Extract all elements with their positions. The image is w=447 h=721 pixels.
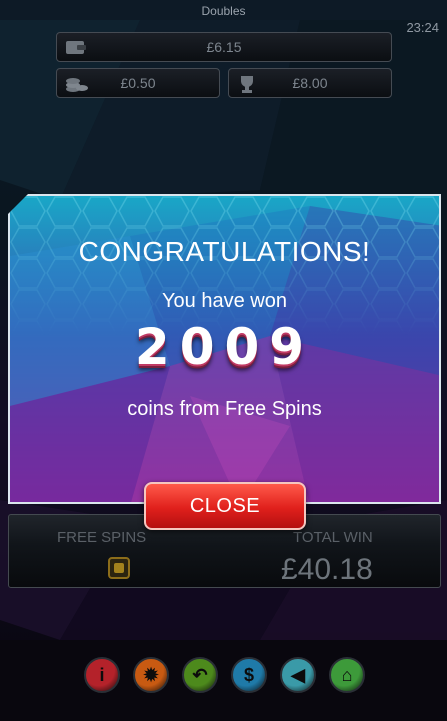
paytable-button[interactable]: $ [231, 657, 267, 693]
close-button[interactable]: CLOSE [144, 482, 306, 530]
home-button[interactable]: ⌂ [329, 657, 365, 693]
stake-balance: £0.50 [56, 68, 220, 98]
free-spins-counter-icon [108, 557, 130, 579]
won-amount: 2009 [134, 318, 315, 376]
congratulations-dialog: CONGRATULATIONS! You have won 2009 coins… [8, 194, 441, 504]
home-icon: ⌂ [341, 665, 353, 685]
bottom-toolbar: i ✹ ↶ $ ◀ ⌂ [80, 657, 370, 697]
game-title: Doubles [201, 4, 246, 18]
coin-stack-icon [65, 74, 89, 97]
total-win-label: TOTAL WIN [293, 529, 373, 546]
settings-button[interactable]: ✹ [133, 657, 169, 693]
sound-icon: ◀ [291, 665, 305, 685]
paytable-icon: $ [243, 665, 254, 685]
dialog-line-1: You have won [162, 290, 287, 312]
back-icon: ↶ [192, 665, 208, 685]
win-balance: £8.00 [228, 68, 392, 98]
wallet-balance: £6.15 [56, 32, 392, 62]
total-win-value: £40.18 [281, 553, 373, 586]
dialog-heading: CONGRATULATIONS! [78, 236, 371, 267]
info-button[interactable]: i [84, 657, 120, 693]
sound-button[interactable]: ◀ [280, 657, 316, 693]
wallet-icon [65, 38, 87, 59]
info-icon: i [99, 665, 105, 685]
clock: 23:24 [406, 20, 439, 35]
free-spins-label: FREE SPINS [57, 529, 147, 546]
settings-icon: ✹ [143, 665, 159, 685]
wallet-value: £6.15 [206, 39, 242, 55]
back-button[interactable]: ↶ [182, 657, 218, 693]
dialog-line-2: coins from Free Spins [127, 398, 322, 420]
trophy-icon [237, 74, 257, 97]
